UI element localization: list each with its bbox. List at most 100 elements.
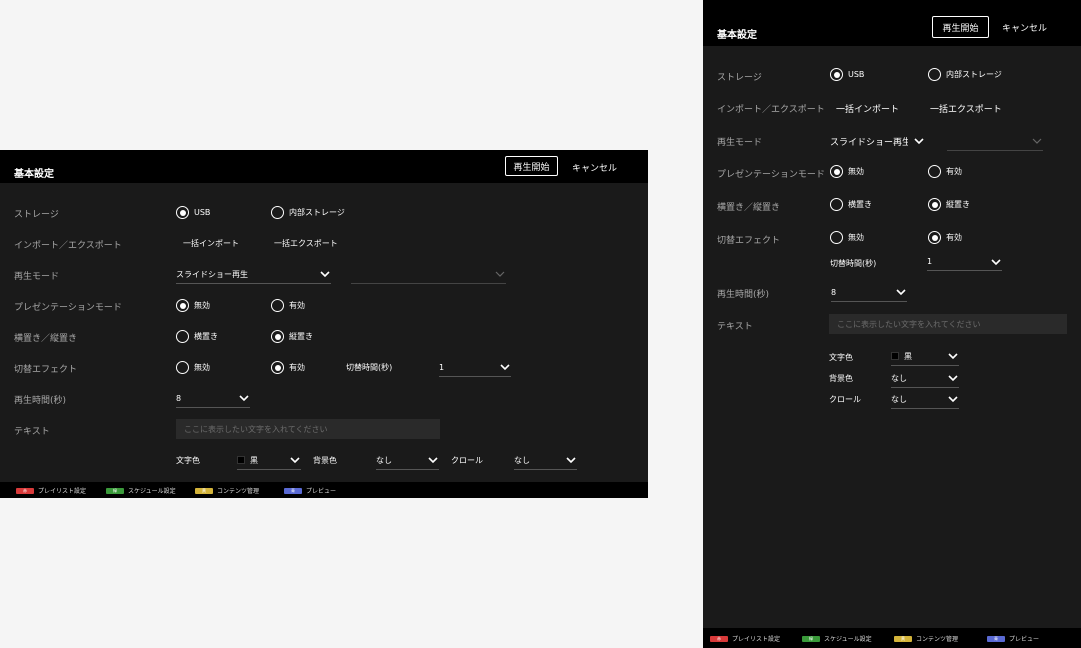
storage-usb-radio[interactable]: USB — [830, 68, 864, 81]
scroll-label: クロール — [829, 395, 861, 404]
radio-unchecked-icon — [271, 206, 284, 219]
orientation-label: 横置き／縦置き — [14, 334, 78, 344]
radio-checked-icon — [928, 198, 941, 211]
footer-item-playlist[interactable]: 赤プレイリスト設定 — [16, 486, 86, 495]
radio-unchecked-icon — [928, 165, 941, 178]
color-swatch — [237, 456, 245, 464]
bg-color-select[interactable]: なし — [891, 369, 959, 388]
presentation-on-radio[interactable]: 有効 — [271, 299, 305, 312]
play-mode-sub-select[interactable] — [351, 265, 506, 284]
storage-internal-radio[interactable]: 内部ストレージ — [271, 206, 345, 219]
radio-checked-icon — [271, 361, 284, 374]
footer-item-schedule[interactable]: 緑スケジュール設定 — [106, 486, 176, 495]
presentation-off-radio[interactable]: 無効 — [830, 165, 864, 178]
scroll-select[interactable]: なし — [891, 390, 959, 409]
play-mode-label: 再生モード — [14, 272, 60, 282]
play-time-select[interactable]: 8 — [831, 283, 907, 302]
footer-item-contents[interactable]: 黄コンテンツ管理 — [894, 634, 958, 643]
radio-checked-icon — [176, 299, 189, 312]
text-color-label: 文字色 — [176, 456, 200, 465]
radio-checked-icon — [830, 165, 843, 178]
footer-item-playlist[interactable]: 赤プレイリスト設定 — [710, 634, 780, 643]
header-bar: 基本設定 再生開始 キャンセル — [703, 0, 1081, 46]
text-input[interactable]: ここに表示したい文字を入れてください — [176, 419, 440, 439]
play-time-label: 再生時間(秒) — [717, 290, 770, 300]
footer-item-contents[interactable]: 黄コンテンツ管理 — [195, 486, 259, 495]
cancel-button[interactable]: キャンセル — [1002, 21, 1047, 34]
radio-unchecked-icon — [830, 231, 843, 244]
chevron-down-icon — [948, 396, 958, 403]
switch-time-label: 切替時間(秒) — [346, 363, 393, 372]
radio-checked-icon — [830, 68, 843, 81]
footer-item-preview[interactable]: 青プレビュー — [284, 486, 336, 495]
footer-item-schedule[interactable]: 緑スケジュール設定 — [802, 634, 872, 643]
import-export-label: インポート／エクスポート — [14, 241, 122, 251]
chevron-down-icon — [495, 271, 505, 277]
chevron-down-icon — [1032, 138, 1042, 144]
cancel-button[interactable]: キャンセル — [572, 161, 617, 174]
radio-unchecked-icon — [928, 68, 941, 81]
bg-color-label: 背景色 — [829, 374, 853, 383]
play-mode-sub-select[interactable] — [947, 131, 1043, 151]
chevron-down-icon — [428, 457, 438, 464]
storage-label: ストレージ — [717, 73, 762, 83]
page-title: 基本設定 — [717, 30, 757, 41]
play-time-label: 再生時間(秒) — [14, 396, 67, 406]
effect-off-radio[interactable]: 無効 — [830, 231, 864, 244]
portrait-panel: 基本設定 再生開始 キャンセル ストレージ USB 内部ストレージ インポート／… — [703, 0, 1081, 648]
radio-unchecked-icon — [176, 361, 189, 374]
orientation-landscape-radio[interactable]: 横置き — [830, 198, 872, 211]
switch-time-select[interactable]: 1 — [927, 253, 1002, 271]
footer-bar: 赤プレイリスト設定 緑スケジュール設定 黄コンテンツ管理 青プレビュー — [703, 628, 1081, 648]
start-playback-button[interactable]: 再生開始 — [932, 16, 989, 38]
import-export-label: インポート／エクスポート — [717, 105, 825, 115]
play-mode-label: 再生モード — [717, 138, 763, 148]
presentation-off-radio[interactable]: 無効 — [176, 299, 210, 312]
bulk-export-button[interactable]: 一括エクスポート — [930, 102, 1002, 115]
storage-label: ストレージ — [14, 210, 59, 220]
green-key-icon: 緑 — [802, 635, 820, 642]
bulk-import-button[interactable]: 一括インポート — [836, 102, 899, 115]
play-mode-select[interactable]: スライドショー再生 — [830, 131, 925, 151]
presentation-on-radio[interactable]: 有効 — [928, 165, 962, 178]
switch-time-select[interactable]: 1 — [439, 358, 511, 377]
orientation-portrait-radio[interactable]: 縦置き — [271, 330, 313, 343]
play-mode-select[interactable]: スライドショー再生 — [176, 265, 331, 284]
yellow-key-icon: 黄 — [195, 487, 213, 494]
chevron-down-icon — [320, 271, 330, 278]
radio-unchecked-icon — [271, 299, 284, 312]
footer-item-preview[interactable]: 青プレビュー — [987, 634, 1039, 643]
green-key-icon: 緑 — [106, 487, 124, 494]
landscape-panel: 基本設定 再生開始 キャンセル ストレージ USB 内部ストレージ インポート／… — [0, 150, 648, 498]
page-title: 基本設定 — [14, 169, 54, 180]
orientation-landscape-radio[interactable]: 横置き — [176, 330, 218, 343]
text-color-select[interactable]: 黒 — [237, 451, 301, 470]
text-label: テキスト — [14, 427, 50, 437]
effect-on-radio[interactable]: 有効 — [928, 231, 962, 244]
text-input[interactable]: ここに表示したい文字を入れてください — [829, 314, 1067, 334]
bulk-export-button[interactable]: 一括エクスポート — [274, 238, 338, 249]
chevron-down-icon — [566, 457, 576, 464]
radio-checked-icon — [928, 231, 941, 244]
text-label: テキスト — [717, 322, 753, 332]
storage-usb-radio[interactable]: USB — [176, 206, 210, 219]
start-playback-button[interactable]: 再生開始 — [505, 156, 558, 176]
bg-color-label: 背景色 — [313, 456, 337, 465]
text-color-select[interactable]: 黒 — [891, 347, 959, 366]
chevron-down-icon — [948, 353, 958, 360]
red-key-icon: 赤 — [16, 487, 34, 494]
chevron-down-icon — [500, 364, 510, 371]
effect-off-radio[interactable]: 無効 — [176, 361, 210, 374]
chevron-down-icon — [948, 375, 958, 382]
bg-color-select[interactable]: なし — [376, 451, 439, 470]
orientation-label: 横置き／縦置き — [717, 203, 781, 213]
presentation-mode-label: プレゼンテーションモード — [717, 170, 825, 180]
play-time-select[interactable]: 8 — [176, 389, 250, 408]
bulk-import-button[interactable]: 一括インポート — [183, 238, 239, 249]
yellow-key-icon: 黄 — [894, 635, 912, 642]
scroll-select[interactable]: なし — [514, 451, 577, 470]
effect-on-radio[interactable]: 有効 — [271, 361, 305, 374]
chevron-down-icon — [991, 258, 1001, 265]
orientation-portrait-radio[interactable]: 縦置き — [928, 198, 970, 211]
storage-internal-radio[interactable]: 内部ストレージ — [928, 68, 1002, 81]
